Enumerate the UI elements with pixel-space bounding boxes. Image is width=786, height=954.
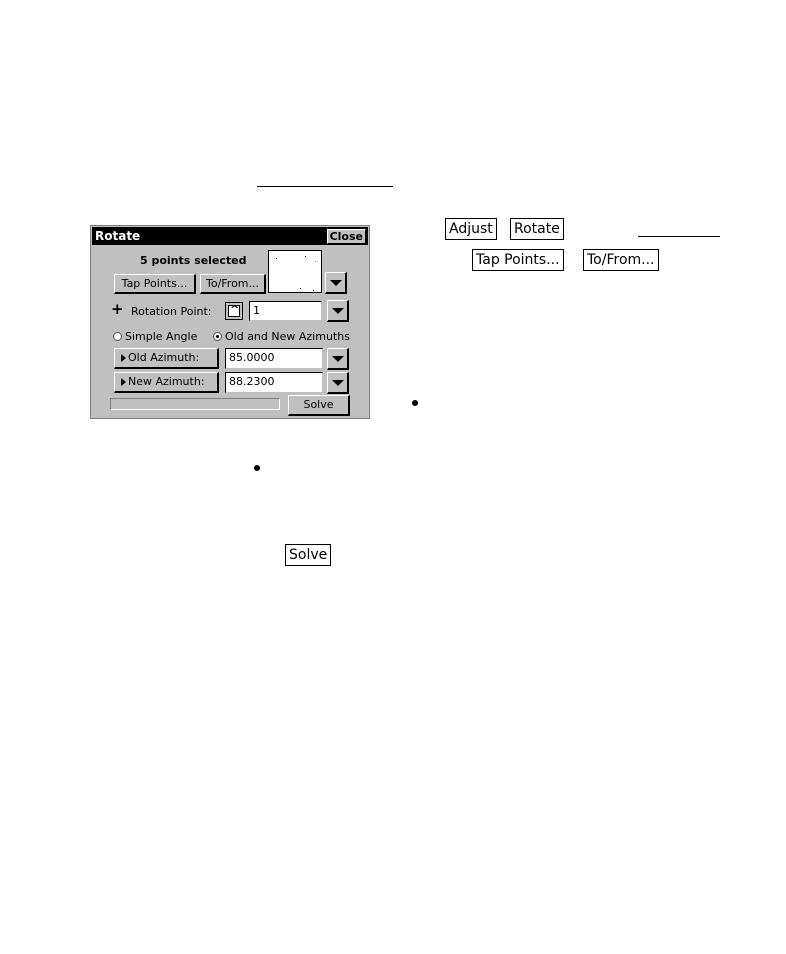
rotate-button-ref: Rotate bbox=[510, 218, 564, 240]
old-azimuth-label: Old Azimuth: bbox=[128, 351, 200, 364]
old-azimuth-input[interactable]: 85.0000 bbox=[225, 348, 323, 369]
map-pick-icon[interactable] bbox=[225, 302, 243, 320]
underline-blank bbox=[257, 186, 393, 187]
simple-angle-label[interactable]: Simple Angle bbox=[125, 330, 197, 343]
point-marker bbox=[276, 258, 277, 259]
point-marker bbox=[305, 256, 306, 257]
azimuths-label[interactable]: Old and New Azimuths bbox=[225, 330, 350, 343]
point-marker bbox=[300, 288, 301, 289]
progress-bar bbox=[110, 398, 280, 410]
dialog-titlebar: Rotate Close bbox=[92, 227, 368, 245]
simple-angle-radio[interactable] bbox=[113, 332, 122, 341]
solve-button[interactable]: Solve bbox=[288, 395, 350, 416]
bullet-point bbox=[412, 400, 418, 406]
new-azimuth-button[interactable]: New Azimuth: bbox=[114, 372, 219, 393]
selection-status: 5 points selected bbox=[140, 254, 247, 267]
bullet-point bbox=[254, 465, 260, 471]
play-icon bbox=[121, 378, 126, 386]
adjust-button-ref: Adjust bbox=[445, 218, 497, 240]
dialog-title: Rotate bbox=[95, 229, 141, 243]
rotation-point-label: Rotation Point: bbox=[131, 305, 212, 318]
point-marker bbox=[315, 261, 316, 262]
close-button[interactable]: Close bbox=[326, 229, 366, 244]
azimuths-radio[interactable] bbox=[213, 332, 222, 341]
tap-points-button-ref: Tap Points... bbox=[472, 249, 564, 271]
old-azimuth-dropdown[interactable] bbox=[327, 348, 349, 370]
point-marker bbox=[313, 290, 314, 291]
new-azimuth-dropdown[interactable] bbox=[327, 372, 349, 394]
plus-icon: + bbox=[111, 300, 124, 318]
tap-points-button[interactable]: Tap Points... bbox=[114, 274, 196, 294]
rotation-point-input[interactable]: 1 bbox=[249, 301, 322, 321]
rotation-point-dropdown[interactable] bbox=[327, 300, 349, 322]
to-from-button-ref: To/From... bbox=[583, 249, 659, 271]
to-from-button[interactable]: To/From... bbox=[200, 274, 266, 294]
underline-blank bbox=[638, 236, 720, 237]
play-icon bbox=[121, 354, 126, 362]
solve-button-ref: Solve bbox=[285, 544, 332, 566]
rotate-dialog: Rotate Close 5 points selected Tap Point… bbox=[90, 225, 370, 419]
points-preview bbox=[268, 250, 322, 293]
new-azimuth-input[interactable]: 88.2300 bbox=[225, 372, 323, 393]
selection-dropdown-button[interactable] bbox=[325, 272, 347, 294]
new-azimuth-label: New Azimuth: bbox=[128, 375, 205, 388]
old-azimuth-button[interactable]: Old Azimuth: bbox=[114, 348, 219, 369]
